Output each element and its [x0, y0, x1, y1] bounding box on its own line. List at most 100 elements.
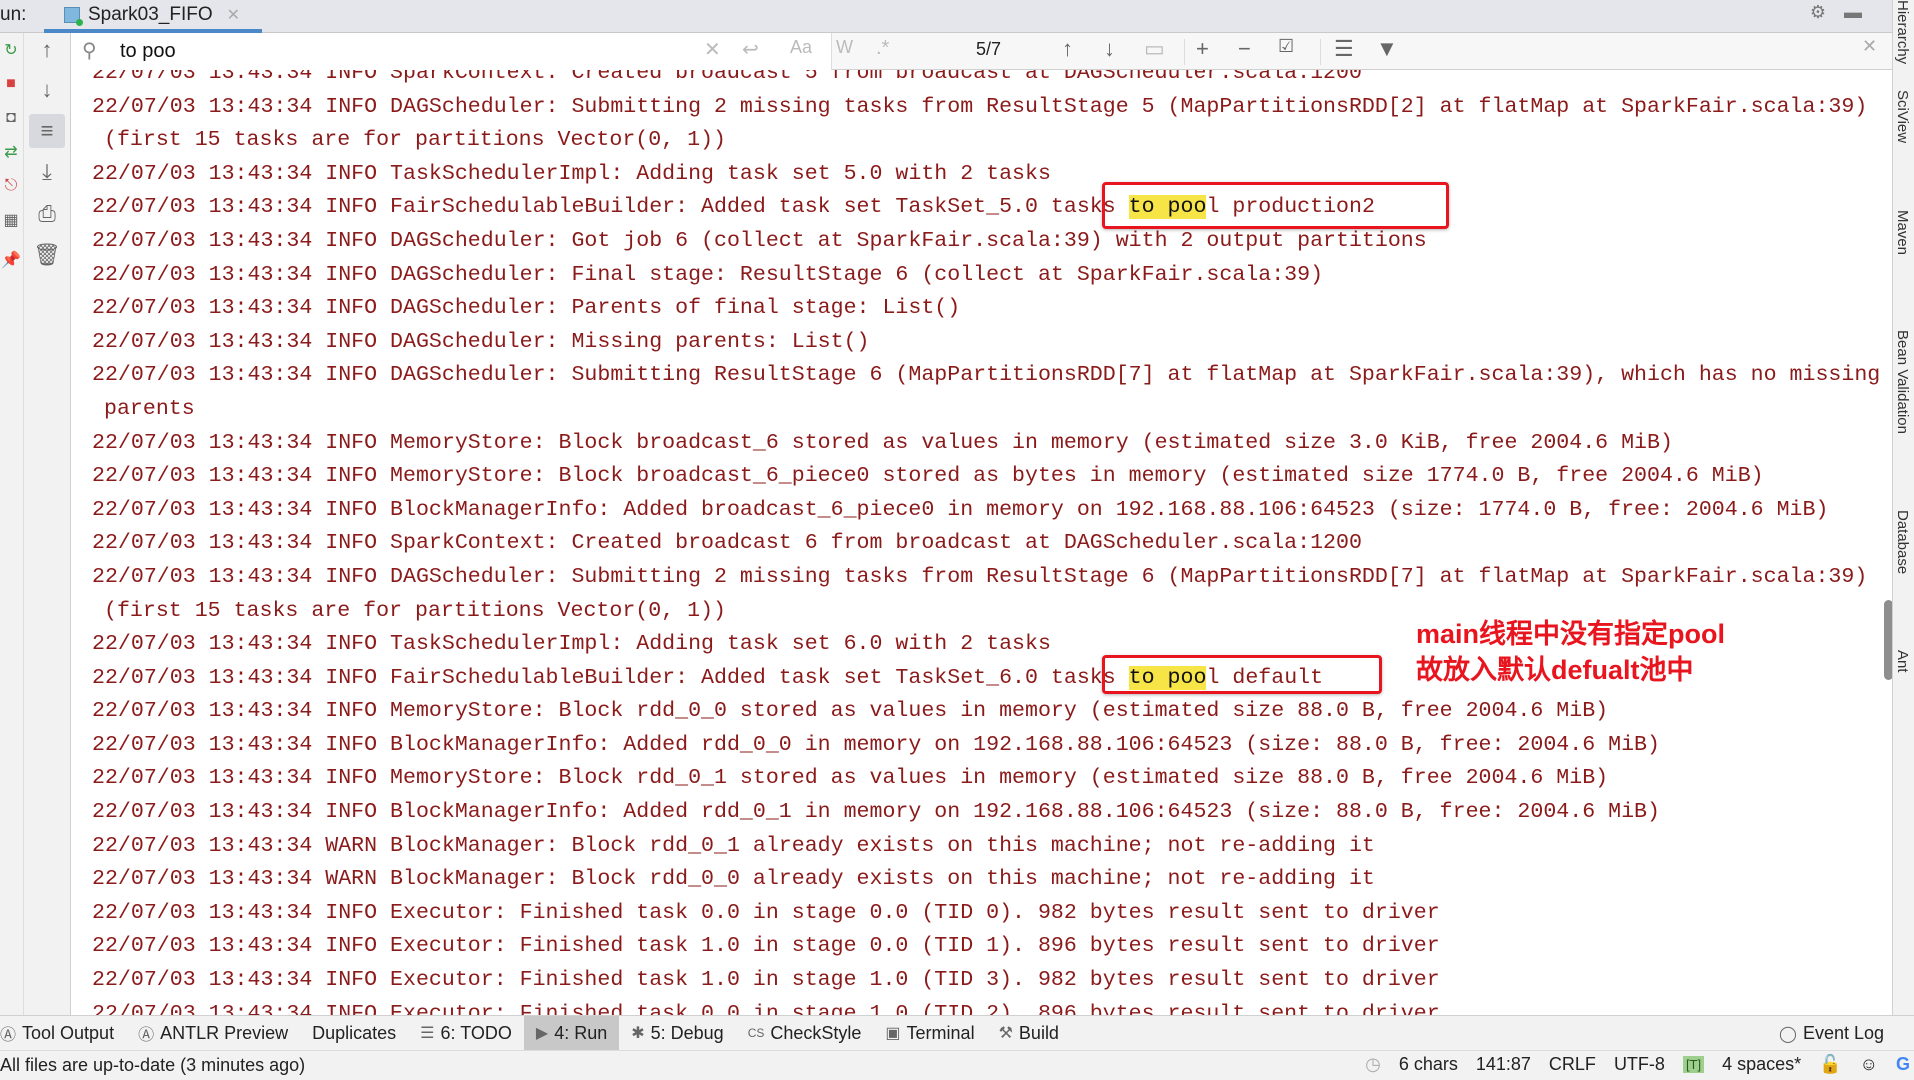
file-encoding[interactable]: UTF-8	[1614, 1054, 1665, 1075]
label: ANTLR Preview	[160, 1022, 289, 1043]
log-line: 22/07/03 13:43:34 WARN BlockManager: Blo…	[92, 830, 1880, 864]
antlr-icon: Ⓐ	[138, 1027, 155, 1044]
scroll-to-end-icon[interactable]: ⤓	[29, 155, 65, 189]
console-output[interactable]: 22/07/03 13:43:34 INFO SparkContext: Cre…	[72, 70, 1884, 1015]
clock-icon: ◷	[1365, 1054, 1381, 1074]
hammer-icon: ⚒	[998, 1025, 1013, 1042]
list-icon: ☰	[420, 1025, 435, 1042]
toolwindow-run[interactable]: ▶ 4: Run	[523, 1015, 620, 1051]
log-line: 22/07/03 13:43:34 INFO BlockManagerInfo:…	[92, 494, 1880, 528]
pin-icon[interactable]: 📌	[1, 251, 21, 269]
inspector-icon[interactable]: ☺	[1860, 1054, 1878, 1075]
trash-icon[interactable]: 🗑	[29, 238, 65, 272]
right-tool-strip: Hierarchy SciView Maven Bean Validation …	[1892, 0, 1914, 1015]
log-line: parents	[92, 393, 1880, 427]
log-line: 22/07/03 13:43:34 INFO MemoryStore: Bloc…	[92, 762, 1880, 796]
event-log-icon: ◯	[1779, 1025, 1797, 1043]
annotation-box-default	[1102, 655, 1382, 694]
log-line: 22/07/03 13:43:34 INFO Executor: Finishe…	[92, 930, 1880, 964]
match-count: 5/7	[976, 39, 1002, 59]
toolwindow-tool-output[interactable]: Ⓐ Tool Output	[0, 1016, 126, 1051]
remove-selection-icon[interactable]: −	[1238, 36, 1251, 62]
lock-icon[interactable]: 🔓	[1819, 1054, 1841, 1075]
toolwindow-event-log[interactable]: ◯ Event Log	[1767, 1016, 1896, 1051]
log-text: 22/07/03 13:43:34 INFO TaskSchedulerImpl…	[92, 161, 1051, 186]
label: Terminal	[906, 1022, 975, 1043]
toolwindow-duplicates[interactable]: Duplicates	[300, 1016, 408, 1051]
words-icon[interactable]: W	[836, 37, 853, 58]
indent-setting[interactable]: 4 spaces*	[1722, 1054, 1801, 1075]
tabnine-icon[interactable]: [T]	[1682, 1056, 1705, 1073]
log-text: 22/07/03 13:43:34 INFO MemoryStore: Bloc…	[92, 699, 1609, 724]
tab-spark03-fifo[interactable]: Spark03_FIFO ✕	[44, 0, 262, 33]
run-config-icon	[64, 6, 83, 26]
select-all-occurrences-icon[interactable]: ☑	[1278, 36, 1294, 57]
arrow-up-icon[interactable]: ↑	[29, 33, 65, 67]
search-icon[interactable]: ⚲	[82, 38, 97, 63]
log-line: 22/07/03 13:43:34 INFO MemoryStore: Bloc…	[92, 460, 1880, 494]
tab-label: Spark03_FIFO	[88, 3, 213, 25]
log-line: 22/07/03 13:43:34 INFO TaskSchedulerImpl…	[92, 158, 1880, 192]
toolwindow-build[interactable]: ⚒ Build	[987, 1016, 1071, 1051]
log-text: 22/07/03 13:43:34 INFO SparkContext: Cre…	[92, 531, 1362, 556]
label: 5: Debug	[650, 1022, 724, 1043]
exit-icon[interactable]: ⎋	[2, 177, 20, 195]
status-message: All files are up-to-date (3 minutes ago)	[0, 1055, 306, 1075]
match-case-icon[interactable]: Aa	[790, 37, 812, 58]
sidebar-item-database[interactable]: Database	[1894, 510, 1911, 574]
previous-occurrence-icon[interactable]: ↑	[1062, 36, 1073, 62]
log-text: 22/07/03 13:43:34 INFO DAGScheduler: Par…	[92, 296, 961, 321]
close-find-icon[interactable]: ✕	[1862, 36, 1877, 57]
label: Event Log	[1802, 1023, 1884, 1043]
next-occurrence-icon[interactable]: ↓	[1104, 36, 1115, 62]
toolwindow-terminal[interactable]: ▣ Terminal	[873, 1016, 986, 1051]
log-line: 22/07/03 13:43:34 INFO Executor: Finishe…	[92, 897, 1880, 931]
close-tab-icon[interactable]: ✕	[227, 5, 240, 25]
annotation-box-production2	[1102, 182, 1449, 229]
new-line-icon[interactable]: ↩	[742, 37, 759, 62]
toolwindow-todo[interactable]: ☰ 6: TODO	[408, 1016, 524, 1051]
select-all-icon[interactable]: ▭	[1144, 36, 1165, 62]
sidebar-item-ant[interactable]: Ant	[1894, 650, 1911, 673]
line-separator[interactable]: CRLF	[1549, 1054, 1596, 1075]
log-line: 22/07/03 13:43:34 INFO BlockManagerInfo:…	[92, 729, 1880, 763]
restore-layout-icon[interactable]: ⇄	[2, 143, 20, 161]
sidebar-item-sciview[interactable]: SciView	[1894, 90, 1911, 143]
google-icon[interactable]: G	[1896, 1054, 1910, 1075]
console-actions-bar: ↑ ↓ ≡ ⤓ ⎙ 🗑	[24, 33, 71, 1015]
print-icon[interactable]: ⎙	[29, 197, 65, 231]
clear-icon[interactable]: ✕	[704, 37, 721, 62]
toolwindow-checkstyle[interactable]: CS CheckStyle	[736, 1016, 874, 1051]
arrow-down-icon[interactable]: ↓	[29, 73, 65, 107]
gear-icon[interactable]: ⚙	[1810, 2, 1826, 23]
layout-icon[interactable]: ▦	[2, 211, 20, 229]
log-line: 22/07/03 13:43:34 INFO DAGScheduler: Sub…	[92, 91, 1880, 125]
sidebar-item-maven[interactable]: Maven	[1894, 210, 1911, 255]
sidebar-item-bean-validation[interactable]: Bean Validation	[1894, 330, 1911, 434]
log-text: 22/07/03 13:43:34 INFO Executor: Finishe…	[92, 900, 1440, 925]
filter-lines-icon[interactable]: ☰	[1334, 36, 1354, 62]
log-line: 22/07/03 13:43:34 INFO Executor: Finishe…	[92, 998, 1880, 1015]
log-line: 22/07/03 13:43:34 INFO MemoryStore: Bloc…	[92, 695, 1880, 729]
stop-icon[interactable]: ■	[2, 75, 20, 93]
toolwindow-debug[interactable]: ✱ 5: Debug	[619, 1016, 735, 1051]
log-line: 22/07/03 13:43:34 INFO Executor: Finishe…	[92, 964, 1880, 998]
terminal-icon: ▣	[885, 1025, 901, 1042]
search-input[interactable]	[120, 37, 740, 65]
log-line: 22/07/03 13:43:34 INFO DAGScheduler: Fin…	[92, 259, 1880, 293]
camera-icon[interactable]: ◘	[2, 109, 20, 127]
filter-icon[interactable]: ▼	[1376, 36, 1398, 62]
status-bar: All files are up-to-date (3 minutes ago)…	[0, 1050, 1914, 1080]
run-label: un:	[0, 4, 27, 25]
sidebar-item-hierarchy[interactable]: Hierarchy	[1894, 0, 1911, 64]
log-text: 22/07/03 13:43:34 INFO Executor: Finishe…	[92, 934, 1440, 959]
run-actions-bar: ↻ ■ ◘ ⇄ ⎋ ▦ 📌	[0, 33, 24, 1015]
caret-position[interactable]: 141:87	[1476, 1054, 1531, 1075]
rerun-icon[interactable]: ↻	[2, 41, 20, 59]
toolwindow-antlr-preview[interactable]: Ⓐ ANTLR Preview	[126, 1016, 300, 1051]
soft-wrap-icon[interactable]: ≡	[29, 114, 65, 148]
add-selection-icon[interactable]: +	[1196, 36, 1209, 62]
log-line: 22/07/03 13:43:34 INFO FairSchedulableBu…	[92, 191, 1880, 225]
minimize-icon[interactable]: ▬	[1844, 2, 1862, 23]
regex-icon[interactable]: .*	[876, 37, 889, 60]
